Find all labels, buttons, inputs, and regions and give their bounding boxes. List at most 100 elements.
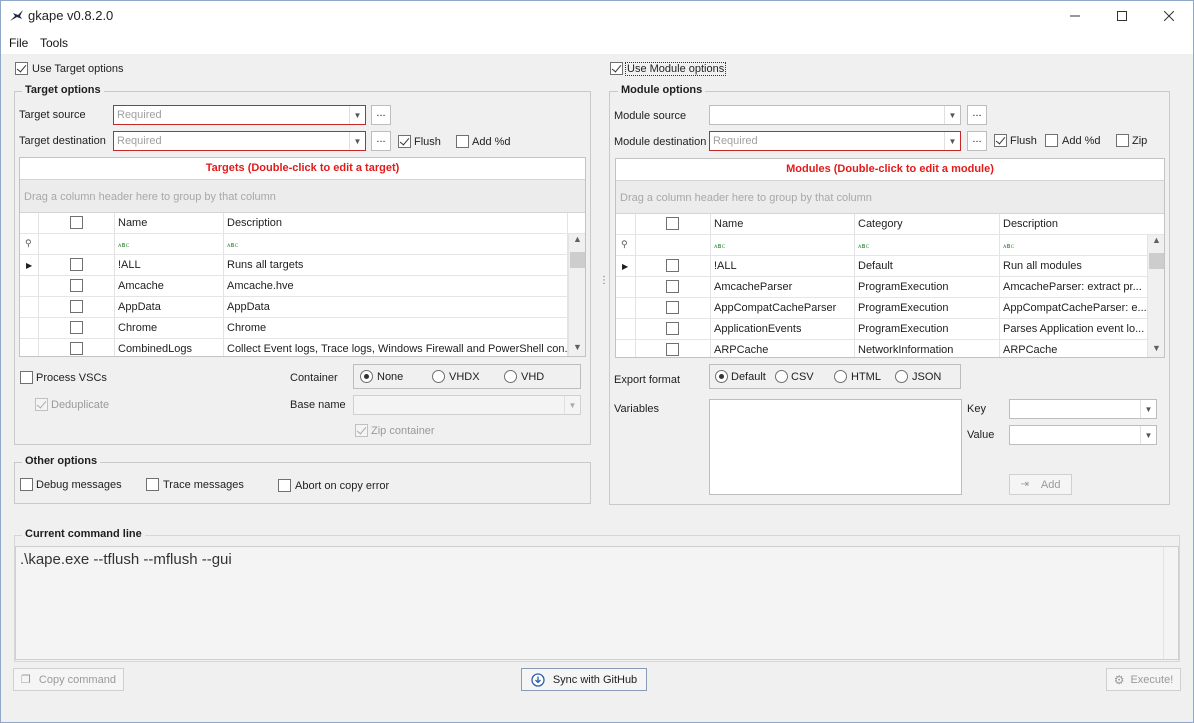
deduplicate-checkbox[interactable]	[35, 398, 48, 411]
modules-category-filter[interactable]: ᴀʙᴄ	[855, 235, 1000, 255]
key-combo[interactable]: ▼	[1009, 399, 1157, 419]
row-checkbox[interactable]	[70, 321, 83, 334]
chevron-down-icon[interactable]: ▼	[349, 106, 365, 124]
command-line-textbox[interactable]: .\kape.exe --tflush --mflush --gui	[15, 546, 1179, 660]
row-checkbox[interactable]	[666, 343, 679, 356]
variables-list[interactable]	[709, 399, 962, 495]
table-row[interactable]: ▶ !ALL Runs all targets	[20, 255, 568, 276]
table-row[interactable]: AppCompatCacheParser ProgramExecution Ap…	[616, 298, 1149, 319]
base-name-combo[interactable]: ▼	[353, 395, 581, 415]
add-variable-button[interactable]: ⇥ Add	[1009, 474, 1072, 495]
row-checkbox[interactable]	[666, 322, 679, 335]
command-scrollbar[interactable]	[1163, 547, 1178, 659]
export-default-radio[interactable]	[715, 370, 728, 383]
targets-name-filter[interactable]: ᴀʙᴄ	[115, 234, 224, 254]
chevron-down-icon[interactable]: ▼	[564, 396, 580, 414]
row-checkbox[interactable]	[666, 301, 679, 314]
copy-command-button[interactable]: ❐ Copy command	[13, 668, 124, 691]
abort-on-copy-error-checkbox[interactable]	[278, 479, 291, 492]
use-module-options-checkbox[interactable]	[610, 62, 623, 75]
row-checkbox[interactable]	[70, 258, 83, 271]
targets-header-description[interactable]: Description	[224, 213, 568, 233]
module-source-combo[interactable]: ▼	[709, 105, 961, 125]
module-add-d-checkbox[interactable]	[1045, 134, 1058, 147]
scroll-down-icon[interactable]: ▼	[569, 342, 585, 356]
target-destination-browse-button[interactable]: ...	[371, 131, 391, 151]
maximize-icon	[1117, 11, 1127, 21]
scroll-up-icon[interactable]: ▲	[569, 234, 585, 250]
chevron-down-icon[interactable]: ▼	[349, 132, 365, 150]
scroll-up-icon[interactable]: ▲	[1148, 235, 1164, 251]
targets-select-all-checkbox[interactable]	[70, 216, 83, 229]
execute-button[interactable]: ⚙ Execute!	[1106, 668, 1181, 691]
modules-header-name[interactable]: Name	[711, 214, 855, 234]
use-target-options-checkbox[interactable]	[15, 62, 28, 75]
row-checkbox[interactable]	[70, 279, 83, 292]
close-button[interactable]	[1146, 0, 1192, 32]
scroll-thumb[interactable]	[1149, 253, 1164, 269]
export-csv-radio[interactable]	[775, 370, 788, 383]
container-none-radio[interactable]	[360, 370, 373, 383]
module-source-browse-button[interactable]: ...	[967, 105, 987, 125]
container-vhdx-radio[interactable]	[432, 370, 445, 383]
modules-select-all-checkbox[interactable]	[666, 217, 679, 230]
targets-group-panel[interactable]: Drag a column header here to group by th…	[20, 180, 585, 213]
module-destination-combo[interactable]: Required ▼	[709, 131, 961, 151]
modules-description-filter[interactable]: ᴀʙᴄ	[1000, 235, 1149, 255]
modules-grid[interactable]: Modules (Double-click to edit a module) …	[615, 158, 1165, 358]
zip-container-checkbox[interactable]	[355, 424, 368, 437]
table-row[interactable]: ▶ !ALL Default Run all modules	[616, 256, 1149, 277]
target-source-combo[interactable]: Required ▼	[113, 105, 366, 125]
value-combo[interactable]: ▼	[1009, 425, 1157, 445]
menu-file[interactable]: File	[9, 36, 28, 50]
export-json-radio[interactable]	[895, 370, 908, 383]
table-row[interactable]: AppData AppData	[20, 297, 568, 318]
target-name-cell: CombinedLogs	[115, 339, 224, 356]
export-html-radio[interactable]	[834, 370, 847, 383]
targets-header-select[interactable]	[39, 213, 115, 233]
target-source-browse-button[interactable]: ...	[371, 105, 391, 125]
debug-messages-checkbox[interactable]	[20, 478, 33, 491]
module-zip-checkbox[interactable]	[1116, 134, 1129, 147]
module-destination-browse-button[interactable]: ...	[967, 131, 987, 151]
table-row[interactable]: ARPCache NetworkInformation ARPCache	[616, 340, 1149, 357]
maximize-button[interactable]	[1099, 0, 1145, 32]
targets-grid[interactable]: Targets (Double-click to edit a target) …	[19, 157, 586, 357]
modules-header-select[interactable]	[636, 214, 711, 234]
targets-header-name[interactable]: Name	[115, 213, 224, 233]
container-vhd-radio[interactable]	[504, 370, 517, 383]
modules-scrollbar[interactable]: ▲ ▼	[1147, 235, 1164, 357]
target-flush-checkbox[interactable]	[398, 135, 411, 148]
targets-description-filter[interactable]: ᴀʙᴄ	[224, 234, 568, 254]
table-row[interactable]: ApplicationEvents ProgramExecution Parse…	[616, 319, 1149, 340]
table-row[interactable]: AmcacheParser ProgramExecution AmcachePa…	[616, 277, 1149, 298]
scroll-down-icon[interactable]: ▼	[1148, 343, 1164, 357]
menu-tools[interactable]: Tools	[40, 36, 68, 50]
modules-group-panel[interactable]: Drag a column header here to group by th…	[616, 181, 1164, 214]
table-row[interactable]: CombinedLogs Collect Event logs, Trace l…	[20, 339, 568, 356]
minimize-button[interactable]	[1052, 0, 1098, 32]
chevron-down-icon[interactable]: ▼	[1140, 426, 1156, 444]
row-checkbox[interactable]	[666, 259, 679, 272]
trace-messages-checkbox[interactable]	[146, 478, 159, 491]
chevron-down-icon[interactable]: ▼	[1140, 400, 1156, 418]
row-checkbox[interactable]	[70, 300, 83, 313]
modules-header-description[interactable]: Description	[1000, 214, 1164, 234]
sync-github-button[interactable]: Sync with GitHub	[521, 668, 647, 691]
chevron-down-icon[interactable]: ▼	[944, 132, 960, 150]
targets-scrollbar[interactable]: ▲ ▼	[568, 234, 585, 356]
modules-header-category[interactable]: Category	[855, 214, 1000, 234]
splitter-handle-icon[interactable]: ⋮	[599, 276, 609, 294]
process-vscs-checkbox[interactable]	[20, 371, 33, 384]
row-checkbox[interactable]	[70, 342, 83, 355]
module-flush-checkbox[interactable]	[994, 134, 1007, 147]
target-add-d-checkbox[interactable]	[456, 135, 469, 148]
target-destination-combo[interactable]: Required ▼	[113, 131, 366, 151]
modules-name-filter[interactable]: ᴀʙᴄ	[711, 235, 855, 255]
scroll-thumb[interactable]	[570, 252, 585, 268]
chevron-down-icon[interactable]: ▼	[944, 106, 960, 124]
row-checkbox[interactable]	[666, 280, 679, 293]
close-icon	[1164, 11, 1174, 21]
table-row[interactable]: Amcache Amcache.hve	[20, 276, 568, 297]
table-row[interactable]: Chrome Chrome	[20, 318, 568, 339]
